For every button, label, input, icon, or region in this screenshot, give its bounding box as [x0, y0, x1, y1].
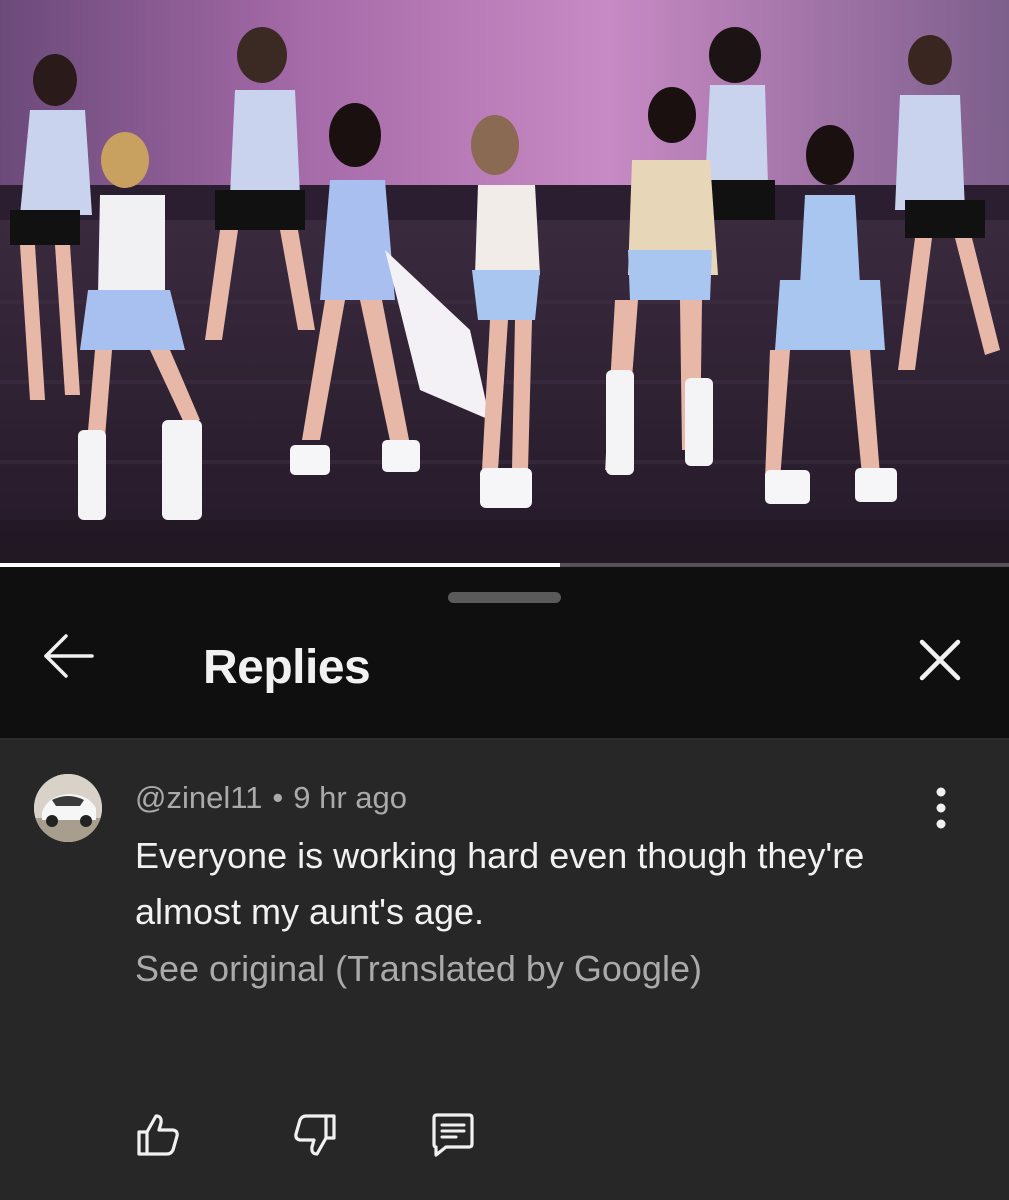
close-button[interactable] — [910, 630, 970, 690]
thumbs-up-icon — [137, 1114, 179, 1156]
thumbs-down-icon — [294, 1114, 336, 1156]
comment-author[interactable]: @zinel11 — [135, 780, 262, 815]
reply-button[interactable] — [428, 1110, 478, 1160]
comment-timestamp: 9 hr ago — [293, 780, 408, 815]
more-options-button[interactable] — [924, 786, 958, 830]
replies-header: Replies — [0, 606, 1009, 740]
see-original-link[interactable]: See original (Translated by Google) — [135, 948, 702, 990]
back-button[interactable] — [40, 626, 100, 686]
more-vert-icon — [936, 787, 946, 829]
white-car-avatar — [34, 774, 102, 842]
video-progress-bar[interactable] — [0, 563, 1009, 567]
avatar[interactable] — [34, 774, 102, 842]
arrow-left-icon — [44, 634, 94, 678]
close-icon — [919, 639, 961, 681]
comment-text: Everyone is working hard even though the… — [135, 835, 865, 932]
like-button[interactable] — [133, 1110, 183, 1160]
dislike-button[interactable] — [290, 1110, 340, 1160]
comment-thread: @zinel11 • 9 hr ago Everyone is working ha… — [0, 740, 1009, 1200]
page-title: Replies — [203, 641, 371, 694]
comment-meta: @zinel11 • 9 hr ago — [135, 780, 407, 816]
replies-sheet: Replies @zinel11 • 9 hr ago Everyone is … — [0, 568, 1009, 1200]
video-player[interactable] — [0, 0, 1009, 566]
drag-handle[interactable] — [448, 592, 561, 603]
concert-stage-image — [0, 0, 1009, 566]
video-progress-fill — [0, 563, 560, 567]
reply-icon — [432, 1113, 474, 1157]
meta-separator: • — [272, 780, 284, 815]
